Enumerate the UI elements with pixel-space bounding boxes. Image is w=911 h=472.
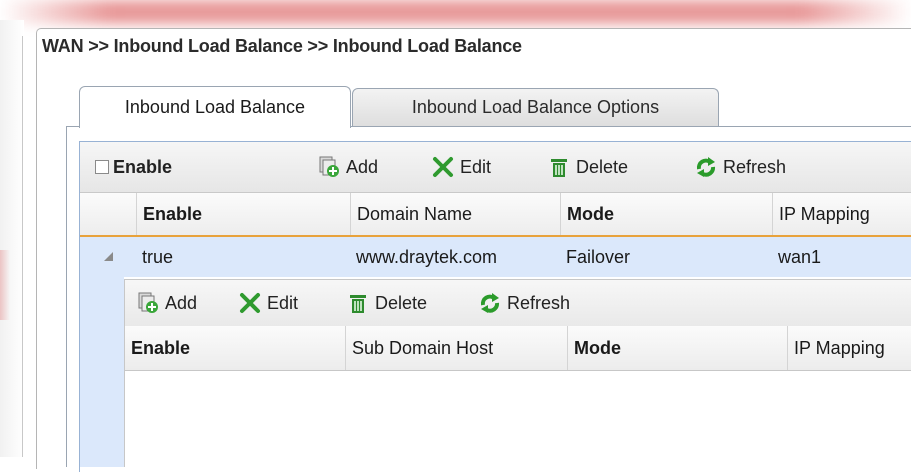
cell-ip-mapping: wan1 <box>778 246 822 267</box>
delete-label: Delete <box>576 156 629 177</box>
row-expander <box>80 277 124 467</box>
column-header-enable[interactable]: Enable <box>136 193 350 235</box>
tab-label: Inbound Load Balance <box>124 97 306 117</box>
column-header-mode[interactable]: Mode <box>560 193 772 235</box>
table-row[interactable]: true www.draytek.com Failover wan1 <box>80 237 911 277</box>
sub-column-header-sub-domain-host[interactable]: Sub Domain Host <box>345 326 567 370</box>
sub-column-header-enable[interactable]: Enable <box>125 326 345 370</box>
sub-delete-label: Delete <box>375 292 428 313</box>
enable-label: Enable <box>113 156 173 177</box>
sub-refresh-label: Refresh <box>507 292 571 313</box>
enable-checkbox[interactable] <box>95 160 109 174</box>
edit-icon <box>239 292 261 314</box>
left-shade <box>0 20 24 457</box>
tab-inbound-load-balance-options[interactable]: Inbound Load Balance Options <box>352 88 719 126</box>
grid-header: Enable Domain Name Mode IP Mapping <box>80 193 911 237</box>
refresh-label: Refresh <box>723 156 787 177</box>
cell-enable: true <box>142 246 174 267</box>
sub-edit-button[interactable]: Edit <box>239 280 298 326</box>
sub-add-label: Add <box>165 292 198 313</box>
add-icon <box>137 292 159 314</box>
sub-column-header-mode[interactable]: Mode <box>567 326 787 370</box>
delete-icon <box>548 156 570 178</box>
edit-icon <box>432 156 454 178</box>
sub-grid-toolbar: Add Edit Delete Refresh <box>124 279 911 327</box>
collapse-triangle-icon[interactable] <box>104 252 113 261</box>
add-label: Add <box>346 156 379 177</box>
left-decoration <box>0 250 10 320</box>
refresh-icon <box>479 292 501 314</box>
left-divider <box>22 36 23 457</box>
sub-edit-label: Edit <box>267 292 299 313</box>
edit-label: Edit <box>460 156 492 177</box>
sub-delete-button[interactable]: Delete <box>347 280 427 326</box>
sub-add-button[interactable]: Add <box>137 280 197 326</box>
refresh-icon <box>695 156 717 178</box>
header-spacer <box>80 193 124 235</box>
page-title: WAN >> Inbound Load Balance >> Inbound L… <box>42 36 522 56</box>
sub-column-header-ip-mapping[interactable]: IP Mapping <box>787 326 911 370</box>
sub-grid-body <box>124 371 911 467</box>
enable-checkbox-item[interactable]: Enable <box>95 142 172 192</box>
refresh-button[interactable]: Refresh <box>695 142 786 192</box>
sub-refresh-button[interactable]: Refresh <box>479 280 570 326</box>
edit-button[interactable]: Edit <box>432 142 491 192</box>
delete-icon <box>347 292 369 314</box>
tab-inbound-load-balance[interactable]: Inbound Load Balance <box>79 86 351 128</box>
add-icon <box>318 156 340 178</box>
cell-mode: Failover <box>566 246 631 267</box>
sub-grid-header: Enable Sub Domain Host Mode IP Mapping <box>124 326 911 371</box>
grid-toolbar: Enable Add Edit Delete Refresh <box>80 142 911 193</box>
tab-label: Inbound Load Balance Options <box>411 97 660 117</box>
cell-domain-name: www.draytek.com <box>356 246 498 267</box>
top-decoration <box>0 0 911 24</box>
column-header-domain-name[interactable]: Domain Name <box>350 193 560 235</box>
delete-button[interactable]: Delete <box>548 142 628 192</box>
add-button[interactable]: Add <box>318 142 378 192</box>
column-header-ip-mapping[interactable]: IP Mapping <box>772 193 911 235</box>
